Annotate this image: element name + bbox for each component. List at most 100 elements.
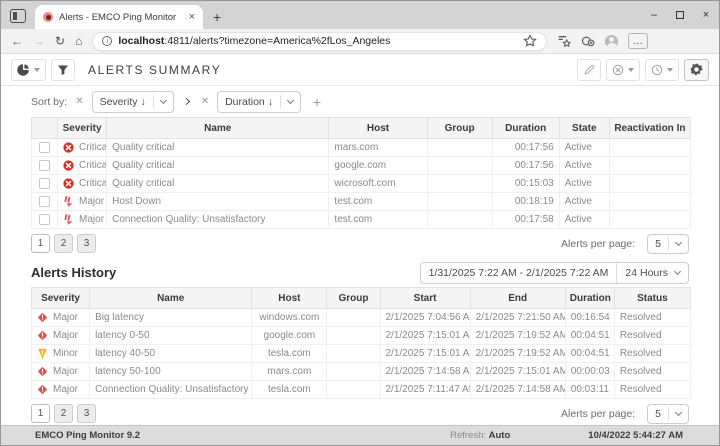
sort-field-duration[interactable]: Duration ↓	[217, 91, 301, 113]
settings-button[interactable]	[684, 59, 709, 81]
summary-alert-row[interactable]: Critical Quality critical mars.com 00:17…	[32, 139, 691, 157]
severity-cell: Critical	[58, 139, 107, 157]
history-alert-row[interactable]: Major latency 0-50 google.com 2/1/2025 7…	[32, 327, 691, 345]
range-preset-select[interactable]: 24 Hours	[617, 263, 688, 283]
browser-essentials-icon[interactable]	[581, 34, 595, 48]
name-cell: Host Down	[107, 193, 329, 211]
row-checkbox[interactable]	[39, 160, 50, 171]
close-button[interactable]: ×	[693, 1, 719, 29]
minimize-button[interactable]: –	[641, 1, 667, 29]
major-host-severity-icon	[63, 196, 74, 207]
row-checkbox[interactable]	[39, 196, 50, 207]
column-header-status[interactable]: Status	[614, 288, 690, 309]
address-bar-input[interactable]: i localhost:4811/alerts?timezone=America…	[92, 32, 547, 51]
history-alert-row[interactable]: Major Big latency windows.com 2/1/2025 7…	[32, 309, 691, 327]
column-header-duration[interactable]: Duration	[565, 288, 614, 309]
column-header-name[interactable]: Name	[90, 288, 252, 309]
duration-cell: 00:04:51	[565, 345, 614, 363]
column-header-state[interactable]: State	[559, 118, 609, 139]
severity-cell: Major	[58, 193, 107, 211]
sort-field-severity[interactable]: Severity ↓	[92, 91, 174, 113]
column-header-host[interactable]: Host	[252, 288, 327, 309]
group-cell	[427, 211, 492, 229]
time-range-button[interactable]	[645, 59, 679, 81]
tab-close-icon[interactable]: ×	[189, 12, 195, 23]
reactivation-cell	[609, 139, 690, 157]
url-text: localhost:4811/alerts?timezone=America%2…	[118, 35, 517, 47]
site-info-icon[interactable]: i	[102, 36, 112, 46]
host-cell: windows.com	[252, 309, 327, 327]
history-alert-row[interactable]: Minor latency 40-50 tesla.com 2/1/2025 7…	[32, 345, 691, 363]
page-button-3[interactable]: 3	[77, 234, 96, 253]
column-header-severity[interactable]: Severity	[58, 118, 107, 139]
major-severity-icon	[37, 366, 48, 377]
column-header-host[interactable]: Host	[329, 118, 427, 139]
refresh-icon[interactable]: ↻	[55, 35, 65, 47]
new-tab-button[interactable]: +	[213, 10, 221, 24]
chevron-right-icon	[183, 98, 190, 105]
remove-sort-icon[interactable]: ✕	[73, 97, 85, 107]
collections-icon[interactable]	[557, 34, 571, 48]
deactivate-alerts-button[interactable]	[606, 59, 640, 81]
state-cell: Active	[559, 193, 609, 211]
tab-actions-icon	[13, 12, 17, 20]
sort-bar: Sort by: ✕ Severity ↓ ✕ Duration ↓ +	[1, 86, 719, 117]
tab-actions-button[interactable]	[10, 9, 26, 23]
page-button-2[interactable]: 2	[54, 234, 73, 253]
column-header-group[interactable]: Group	[427, 118, 492, 139]
duration-cell: 00:15:03	[492, 175, 559, 193]
duration-cell: 00:17:56	[492, 139, 559, 157]
name-cell: Connection Quality: Unsatisfactory	[107, 211, 329, 229]
date-range-control[interactable]: 1/31/2025 7:22 AM - 2/1/2025 7:22 AM 24 …	[420, 262, 689, 284]
row-checkbox[interactable]	[39, 142, 50, 153]
per-page-label: Alerts per page:	[561, 408, 635, 420]
back-icon[interactable]: ←	[11, 35, 23, 47]
maximize-button[interactable]	[667, 1, 693, 29]
group-cell	[327, 345, 380, 363]
browser-tab[interactable]: Alerts - EMCO Ping Monitor ×	[35, 5, 203, 29]
filter-button[interactable]	[51, 59, 75, 81]
page-button-1[interactable]: 1	[31, 234, 50, 253]
row-checkbox[interactable]	[39, 178, 50, 189]
history-alert-row[interactable]: Major latency 50-100 mars.com 2/1/2025 7…	[32, 363, 691, 381]
duration-cell: 00:17:58	[492, 211, 559, 229]
per-page-select[interactable]: 5	[647, 234, 689, 254]
major-host-severity-icon	[63, 214, 74, 225]
host-cell: test.com	[329, 193, 427, 211]
status-bar: EMCO Ping Monitor 9.2 Refresh: Auto 10/4…	[1, 425, 719, 445]
summary-alert-row[interactable]: Critical Quality critical wicrosoft.com …	[32, 175, 691, 193]
host-cell: test.com	[329, 211, 427, 229]
column-header-duration[interactable]: Duration	[492, 118, 559, 139]
favorites-icon[interactable]	[523, 34, 537, 48]
status-timestamp: 10/4/2022 5:44:27 AM	[588, 430, 683, 441]
column-header-group[interactable]: Group	[327, 288, 380, 309]
history-alert-row[interactable]: Major Connection Quality: Unsatisfactory…	[32, 381, 691, 399]
profile-avatar-icon[interactable]	[605, 35, 618, 48]
browser-menu-button[interactable]: …	[628, 33, 648, 49]
page-button-2[interactable]: 2	[54, 404, 73, 423]
forward-icon[interactable]: →	[33, 35, 45, 47]
home-icon[interactable]: ⌂	[75, 35, 82, 47]
page-button-1[interactable]: 1	[31, 404, 50, 423]
chart-view-button[interactable]	[11, 59, 46, 81]
column-header-reactivation[interactable]: Reactivation In	[609, 118, 690, 139]
add-sort-icon[interactable]: +	[313, 95, 321, 109]
summary-alert-row[interactable]: Major Connection Quality: Unsatisfactory…	[32, 211, 691, 229]
checkbox-cell	[32, 193, 58, 211]
row-checkbox[interactable]	[39, 214, 50, 225]
summary-alert-row[interactable]: Major Host Down test.com 00:18:19 Active	[32, 193, 691, 211]
filter-icon	[57, 64, 69, 76]
history-header-row: Severity Name Host Group Start End Durat…	[32, 288, 691, 309]
page-button-3[interactable]: 3	[77, 404, 96, 423]
status-cell: Resolved	[614, 309, 690, 327]
column-header-severity[interactable]: Severity	[32, 288, 90, 309]
remove-sort-icon[interactable]: ✕	[199, 97, 211, 107]
summary-alert-row[interactable]: Critical Quality critical google.com 00:…	[32, 157, 691, 175]
column-header-start[interactable]: Start	[380, 288, 470, 309]
duration-cell: 00:04:51	[565, 327, 614, 345]
date-range-text[interactable]: 1/31/2025 7:22 AM - 2/1/2025 7:22 AM	[421, 263, 617, 283]
column-header-end[interactable]: End	[470, 288, 565, 309]
per-page-select[interactable]: 5	[647, 404, 689, 424]
column-header-name[interactable]: Name	[107, 118, 329, 139]
edit-button[interactable]	[577, 59, 601, 81]
